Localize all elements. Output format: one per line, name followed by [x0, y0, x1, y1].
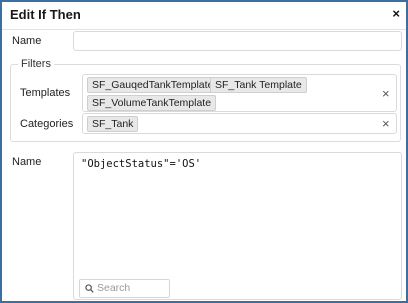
expression-editor[interactable]: "ObjectStatus"='OS' Search [73, 152, 402, 300]
dialog-title-bar: Edit If Then × [2, 2, 406, 28]
expression-label: Name [12, 156, 42, 168]
name-label: Name [12, 35, 42, 47]
search-icon [85, 284, 94, 293]
dialog-title: Edit If Then [10, 7, 81, 22]
template-tag-gauged[interactable]: SF_GauqedTankTemplate [87, 77, 219, 93]
title-divider [2, 29, 406, 30]
template-tag-volume[interactable]: SF_VolumeTankTemplate [87, 95, 217, 111]
categories-label: Categories [20, 118, 74, 130]
category-tag-sf-tank[interactable]: SF_Tank [87, 116, 139, 132]
name-input[interactable] [73, 31, 402, 51]
filters-legend: Filters [18, 58, 54, 70]
search-input[interactable]: Search [79, 279, 170, 298]
close-icon[interactable]: × [392, 7, 400, 21]
expression-text[interactable]: "ObjectStatus"='OS' [81, 158, 201, 170]
templates-tag-input[interactable]: SF_GauqedTankTemplate SF_Tank Template S… [82, 74, 397, 112]
edit-if-then-dialog: Edit If Then × Name Filters Templates SF… [0, 0, 408, 303]
categories-tag-input[interactable]: SF_Tank × [82, 113, 397, 134]
templates-label: Templates [20, 87, 71, 99]
template-tag-tank[interactable]: SF_Tank Template [210, 77, 307, 93]
templates-clear-icon[interactable]: × [382, 87, 390, 100]
categories-clear-icon[interactable]: × [382, 117, 390, 130]
search-placeholder: Search [97, 282, 131, 294]
